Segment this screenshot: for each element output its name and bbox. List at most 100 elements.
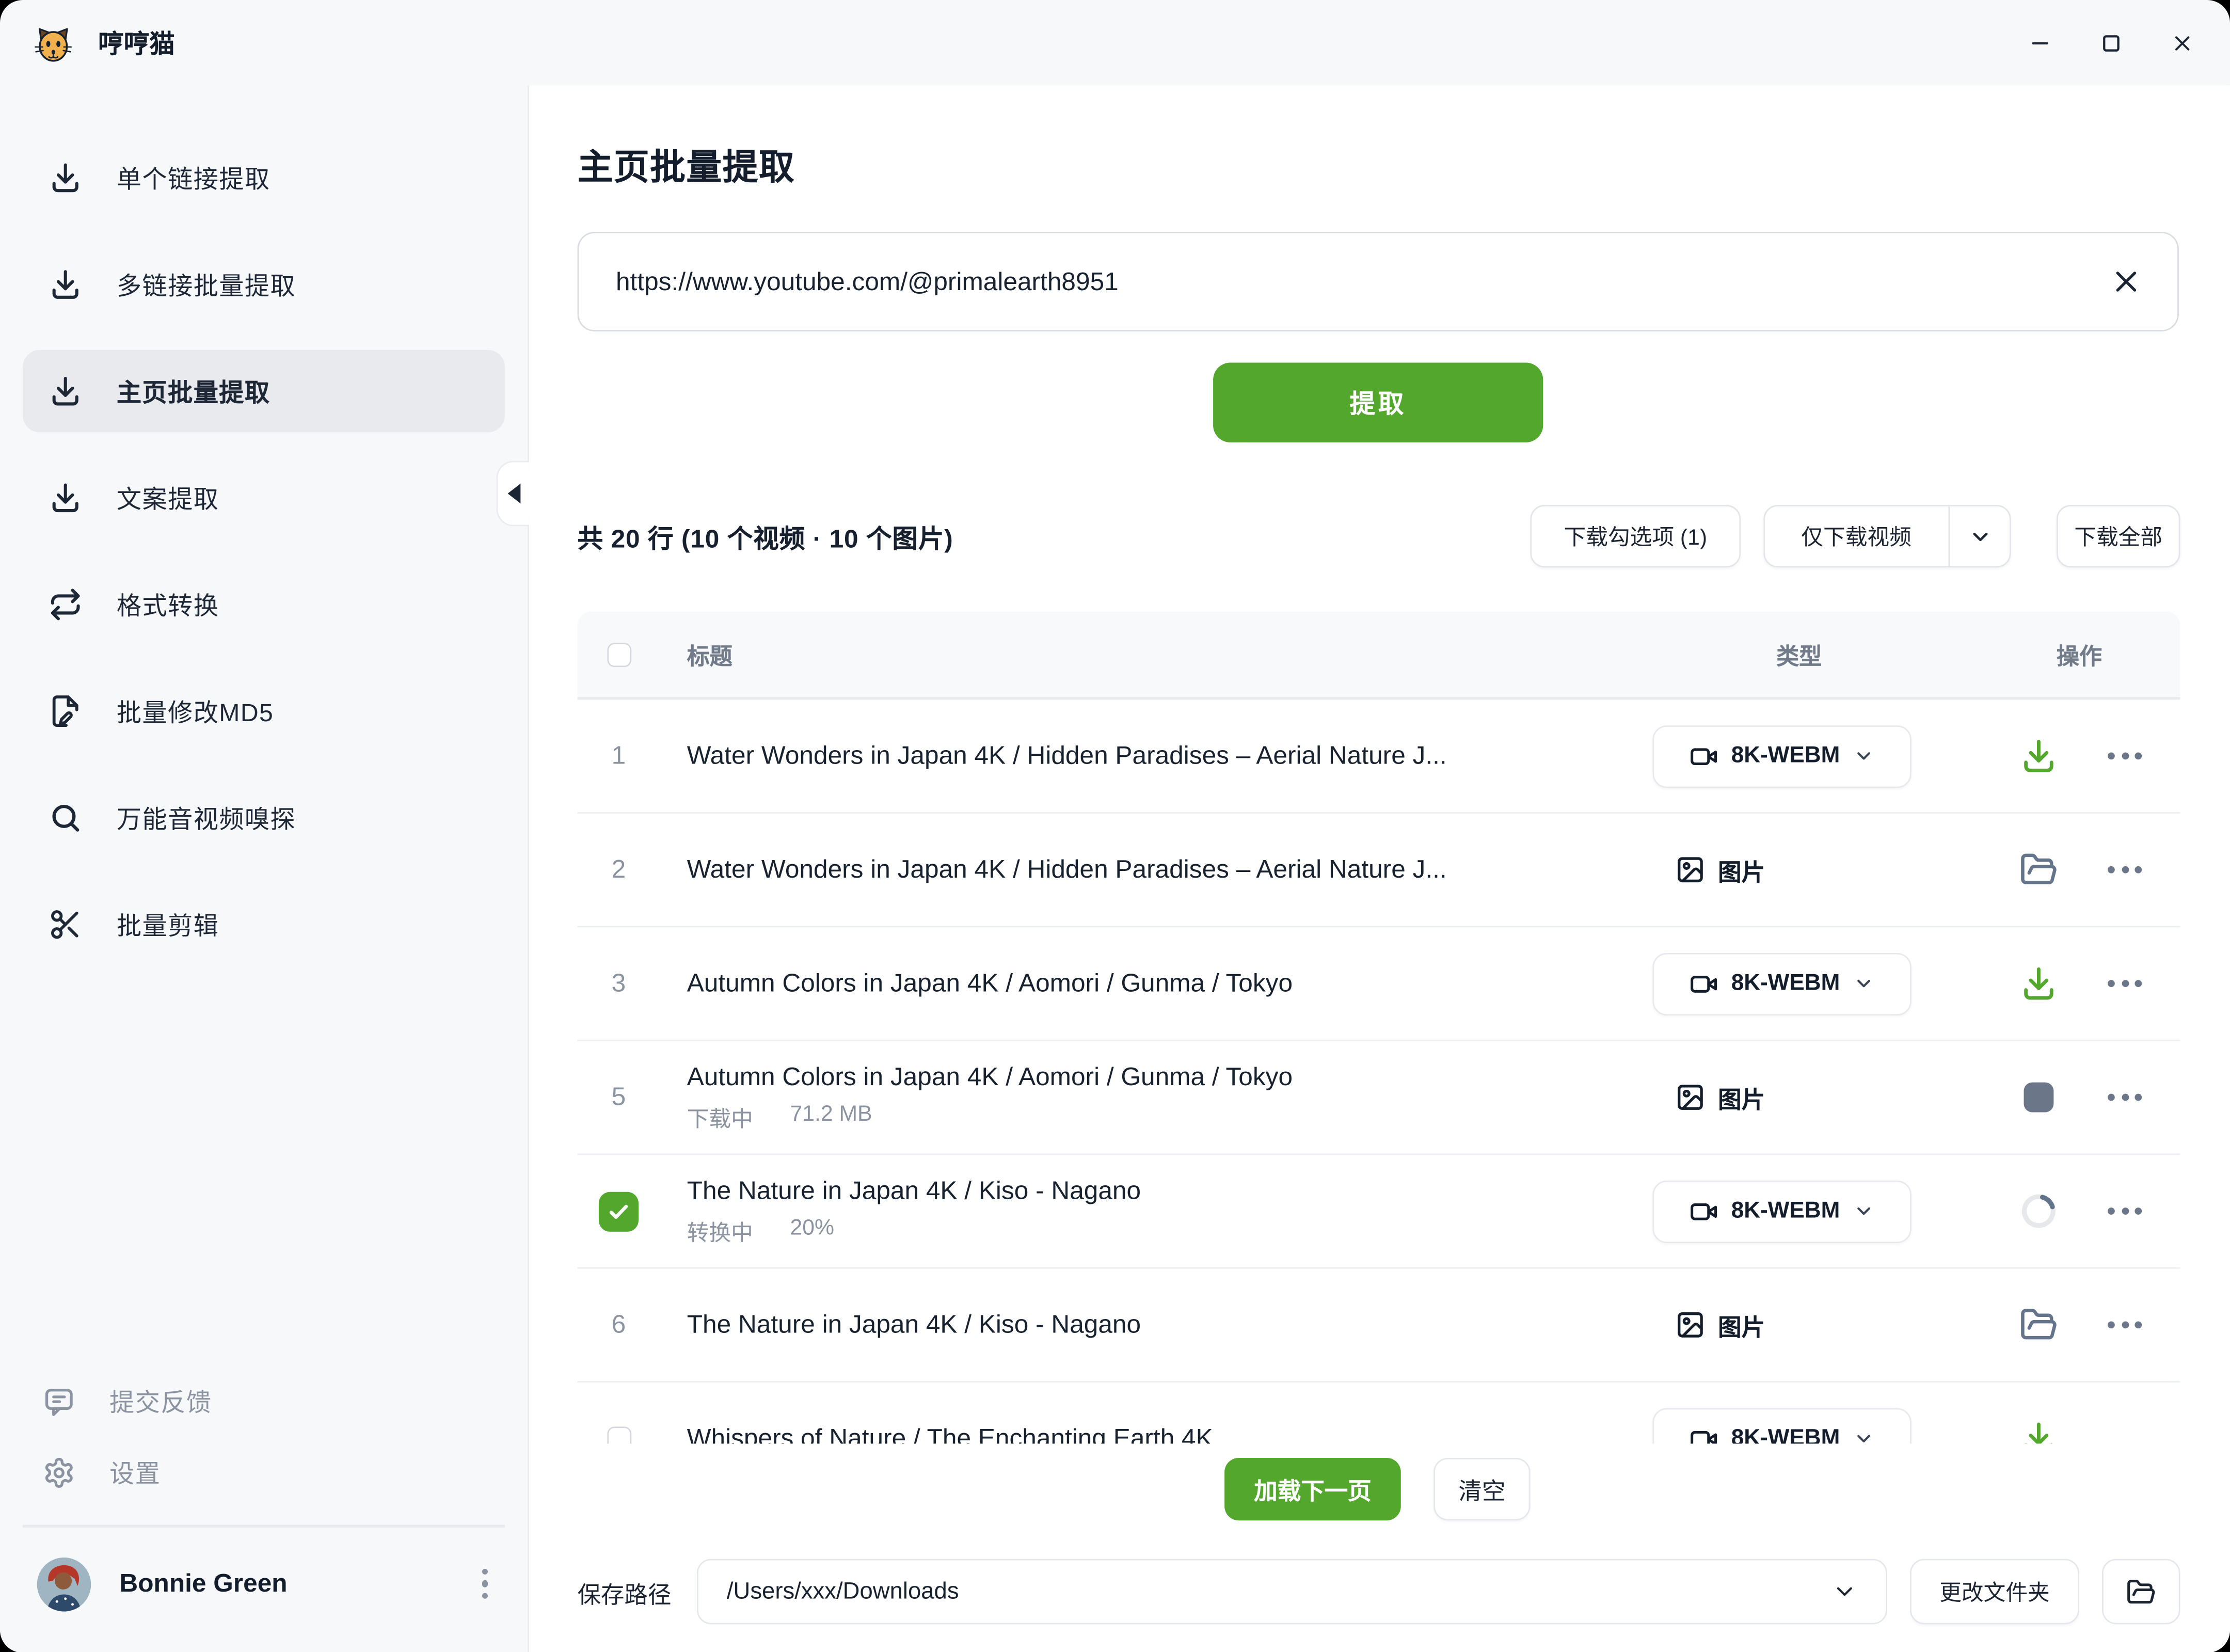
extract-button[interactable]: 提取 bbox=[1213, 363, 1543, 442]
type-label: 图片 bbox=[1718, 1080, 1765, 1114]
download-selected-button[interactable]: 下载勾选项 (1) bbox=[1530, 505, 1741, 567]
sidebar-collapse-handle[interactable] bbox=[497, 461, 529, 527]
sidebar-item-label: 设置 bbox=[109, 1454, 161, 1490]
format-select[interactable]: 8K-WEBM bbox=[1652, 952, 1911, 1015]
change-folder-button[interactable]: 更改文件夹 bbox=[1910, 1559, 2079, 1625]
row-title: The Nature in Japan 4K / Kiso - Nagano bbox=[687, 1176, 1640, 1205]
row-menu-kebab-icon[interactable] bbox=[2102, 1196, 2147, 1226]
select-all-checkbox[interactable] bbox=[607, 642, 631, 666]
row-menu-kebab-icon[interactable] bbox=[2102, 968, 2147, 998]
row-menu-kebab-icon[interactable] bbox=[2102, 741, 2147, 771]
chevron-down-icon[interactable] bbox=[1950, 524, 2010, 548]
load-next-page-button[interactable]: 加载下一页 bbox=[1224, 1458, 1401, 1520]
open-save-folder-button[interactable] bbox=[2102, 1559, 2180, 1625]
folder-open-icon bbox=[2126, 1577, 2156, 1607]
sidebar-item-format-convert[interactable]: 格式转换 bbox=[23, 563, 505, 646]
row-number: 6 bbox=[578, 1310, 660, 1340]
type-image: 图片 bbox=[1676, 1080, 1765, 1114]
table-row: 5 Autumn Colors in Japan 4K / Aomori / G… bbox=[578, 1041, 2180, 1155]
main-content: 主页批量提取 提取 共 20 行 (10 个视频 · 10 个图片) 下载勾选项… bbox=[529, 85, 2230, 1652]
avatar bbox=[37, 1556, 91, 1611]
table-row: 2 Water Wonders in Japan 4K / Hidden Par… bbox=[578, 814, 2180, 927]
close-button[interactable] bbox=[2168, 28, 2196, 57]
url-input[interactable] bbox=[613, 265, 2109, 298]
clear-input-icon[interactable] bbox=[2109, 264, 2143, 298]
sidebar-item-multi-link[interactable]: 多链接批量提取 bbox=[23, 243, 505, 326]
status-label: 下载中 bbox=[687, 1102, 753, 1133]
format-label: 8K-WEBM bbox=[1731, 971, 1840, 996]
sidebar-item-modify-md5[interactable]: 批量修改MD5 bbox=[23, 670, 505, 753]
row-menu-kebab-icon[interactable] bbox=[2102, 1083, 2147, 1113]
app-logo-cat-icon bbox=[34, 23, 72, 61]
row-status: 转换中 20% bbox=[687, 1215, 1640, 1247]
scissors-icon bbox=[49, 908, 83, 942]
maximize-button[interactable] bbox=[2096, 28, 2125, 57]
row-title: Water Wonders in Japan 4K / Hidden Parad… bbox=[687, 855, 1640, 885]
chevron-left-icon bbox=[507, 484, 520, 504]
sidebar-item-settings[interactable]: 设置 bbox=[23, 1437, 505, 1508]
format-label: 8K-WEBM bbox=[1731, 1198, 1840, 1224]
sidebar-item-label: 多链接批量提取 bbox=[117, 267, 296, 303]
download-action-icon[interactable] bbox=[2017, 735, 2060, 777]
sidebar-item-label: 提交反馈 bbox=[109, 1383, 212, 1419]
row-number: 1 bbox=[578, 741, 660, 771]
sidebar-item-batch-clip[interactable]: 批量剪辑 bbox=[23, 883, 505, 966]
user-menu-kebab-icon[interactable] bbox=[473, 1560, 496, 1608]
type-image: 图片 bbox=[1676, 853, 1765, 887]
row-checkbox-checked[interactable] bbox=[599, 1191, 639, 1231]
format-label: 8K-WEBM bbox=[1731, 743, 1840, 769]
row-menu-kebab-icon[interactable] bbox=[2102, 855, 2147, 885]
sidebar-item-single-link[interactable]: 单个链接提取 bbox=[23, 136, 505, 219]
video-icon bbox=[1690, 1197, 1718, 1225]
row-status: 下载中 71.2 MB bbox=[687, 1102, 1640, 1133]
stop-download-button[interactable] bbox=[2017, 1076, 2060, 1119]
converting-spinner-icon bbox=[2017, 1190, 2060, 1233]
row-number: 3 bbox=[578, 968, 660, 998]
chevron-down-icon bbox=[1853, 973, 1874, 994]
user-profile[interactable]: Bonnie Green bbox=[23, 1527, 505, 1652]
url-input-container bbox=[578, 232, 2179, 331]
chevron-down-icon bbox=[1832, 1579, 1858, 1605]
row-title: Autumn Colors in Japan 4K / Aomori / Gun… bbox=[687, 1062, 1640, 1092]
download-all-button[interactable]: 下载全部 bbox=[2057, 505, 2180, 567]
row-number: 5 bbox=[578, 1083, 660, 1113]
header-type: 类型 bbox=[1776, 637, 1822, 671]
sidebar-item-feedback[interactable]: 提交反馈 bbox=[23, 1365, 505, 1437]
row-menu-kebab-icon[interactable] bbox=[2102, 1310, 2147, 1340]
save-path-select[interactable]: /Users/xxx/Downloads bbox=[697, 1559, 1887, 1625]
sidebar-item-homepage-batch[interactable]: 主页批量提取 bbox=[23, 350, 505, 433]
row-title: The Nature in Japan 4K / Kiso - Nagano bbox=[687, 1310, 1640, 1340]
row-title: Autumn Colors in Japan 4K / Aomori / Gun… bbox=[687, 968, 1640, 998]
format-select[interactable]: 8K-WEBM bbox=[1652, 1180, 1911, 1242]
format-select[interactable]: 8K-WEBM bbox=[1652, 725, 1911, 787]
download-icon bbox=[49, 481, 83, 515]
search-icon bbox=[49, 801, 83, 835]
gear-icon bbox=[43, 1456, 75, 1488]
open-folder-icon[interactable] bbox=[2017, 1304, 2060, 1346]
type-label: 图片 bbox=[1718, 1308, 1765, 1342]
results-summary: 共 20 行 (10 个视频 · 10 个图片) bbox=[578, 519, 953, 557]
sidebar-item-sniffer[interactable]: 万能音视频嗅探 bbox=[23, 776, 505, 859]
table-row: 1 Water Wonders in Japan 4K / Hidden Par… bbox=[578, 700, 2180, 814]
app-window: 哼哼猫 单个链接提取 多链接批量提取 主页批量提取 bbox=[0, 0, 2230, 1652]
type-label: 图片 bbox=[1718, 853, 1765, 887]
sidebar-item-label: 批量修改MD5 bbox=[117, 693, 274, 729]
download-icon bbox=[49, 161, 83, 195]
repeat-icon bbox=[49, 587, 83, 622]
type-image: 图片 bbox=[1676, 1308, 1765, 1342]
image-icon bbox=[1676, 1083, 1706, 1113]
download-icon bbox=[49, 374, 83, 408]
image-icon bbox=[1676, 1310, 1706, 1340]
minimize-button[interactable] bbox=[2025, 28, 2053, 57]
download-action-icon[interactable] bbox=[2017, 962, 2060, 1005]
save-path-row: 保存路径 /Users/xxx/Downloads 更改文件夹 bbox=[578, 1559, 2180, 1625]
sidebar-item-label: 文案提取 bbox=[117, 480, 219, 516]
sidebar-item-label: 格式转换 bbox=[117, 586, 219, 622]
video-only-split-button[interactable]: 仅下载视频 bbox=[1763, 505, 2011, 567]
clear-button[interactable]: 清空 bbox=[1433, 1458, 1530, 1520]
check-icon bbox=[606, 1198, 632, 1224]
status-detail: 71.2 MB bbox=[790, 1102, 872, 1133]
sidebar-item-copy-extract[interactable]: 文案提取 bbox=[23, 456, 505, 539]
status-label: 转换中 bbox=[687, 1215, 753, 1247]
open-folder-icon[interactable] bbox=[2017, 848, 2060, 891]
